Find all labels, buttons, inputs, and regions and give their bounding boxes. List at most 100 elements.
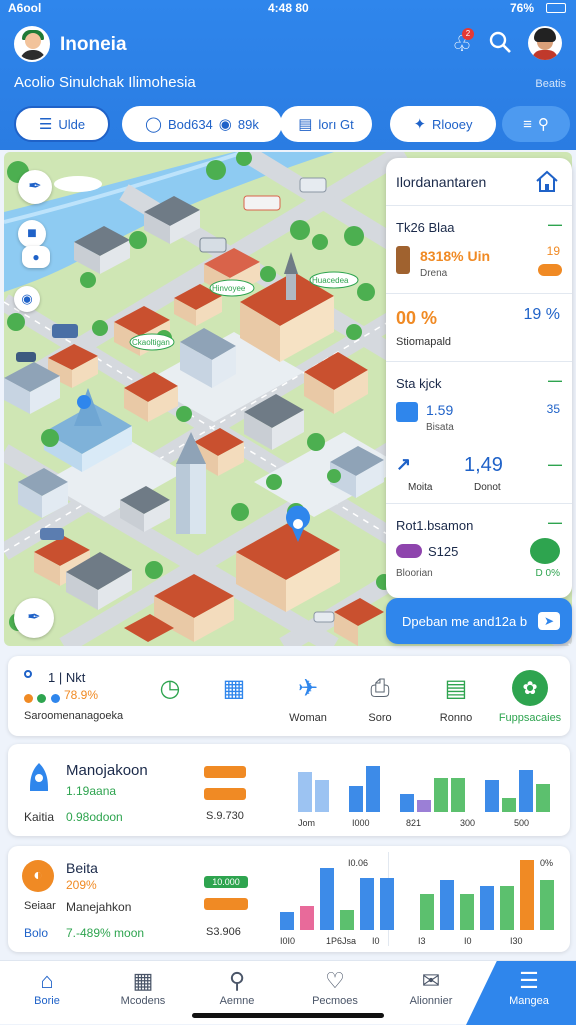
progress-pill-1 bbox=[204, 766, 246, 778]
filter-icon: ≡ bbox=[523, 115, 532, 133]
chart-tick-label: I30 bbox=[510, 936, 523, 946]
bar-chart-1: Jom I000 821 300 500 bbox=[298, 766, 550, 828]
bar-chart-2: I0I0 1P6Jsa I0 I3 I0 I30 bbox=[280, 860, 554, 946]
progress-pill-2 bbox=[204, 788, 246, 800]
chart-tick-label: 300 bbox=[460, 818, 475, 828]
map-tool-button-2[interactable]: ■ bbox=[18, 220, 46, 248]
map-build-button[interactable]: ✒ bbox=[14, 598, 54, 638]
chart-bar bbox=[440, 880, 454, 930]
arrow-icon: ➤ bbox=[538, 612, 560, 630]
chart-bar bbox=[434, 778, 448, 812]
tab-card[interactable]: ▤ lorı Gt bbox=[280, 106, 372, 142]
search-icon: ⚲ bbox=[228, 968, 246, 993]
chart-tick-label: I0 bbox=[464, 936, 472, 946]
chart-bar bbox=[360, 878, 374, 930]
chart-bar bbox=[380, 878, 394, 930]
nav-item-store[interactable]: ▦ Mcodens bbox=[98, 967, 188, 1007]
time-label: 4:48 80 bbox=[268, 1, 309, 15]
tab-compass[interactable]: ✦ Rlooey bbox=[390, 106, 496, 142]
home-indicator bbox=[192, 1013, 384, 1018]
panel-header: Ilordanantaren bbox=[386, 158, 572, 206]
chart-bar bbox=[519, 770, 533, 812]
nav-item-menu[interactable]: ☰ Mangea bbox=[484, 967, 574, 1007]
chart-tick-label: I0 bbox=[372, 936, 380, 946]
header-subtitle-right[interactable]: Beatis bbox=[535, 78, 566, 90]
chart-bar bbox=[300, 906, 314, 930]
battery-icon bbox=[546, 3, 566, 13]
clock-icon[interactable]: ◷ bbox=[150, 672, 190, 706]
panel-section-4[interactable]: Rot1.bsamon — S125 Bloorian D 0% bbox=[386, 504, 572, 598]
chart-tick-label: Jom bbox=[298, 818, 315, 828]
chart-bar bbox=[340, 910, 354, 930]
chart-bar bbox=[460, 894, 474, 930]
chart-tick-label: 500 bbox=[514, 818, 529, 828]
stats-card-1[interactable]: Manojakoon 1.19aana Kaitia 0.98odoon S.9… bbox=[8, 744, 570, 836]
rocket-icon bbox=[30, 763, 48, 791]
grid-icon[interactable]: ▦ bbox=[214, 672, 254, 706]
quick-actions-card: 1 | Nkt 78.9% Saroomenanagoeka ◷ ▦ ✈ Wom… bbox=[8, 656, 570, 736]
map-tool-button-4[interactable]: ◉ bbox=[14, 286, 40, 312]
status-bar: A6ool 4:48 80 76% bbox=[0, 0, 576, 18]
tab-list[interactable]: ☰ Ulde bbox=[14, 106, 110, 142]
nav-item-inbox[interactable]: ✉ Alionnier bbox=[386, 967, 476, 1007]
search-icon[interactable] bbox=[486, 30, 514, 58]
store-icon: ▦ bbox=[132, 968, 154, 993]
app-title: Inoneia bbox=[60, 34, 127, 55]
tab-location[interactable]: ◯ Bod634 ◉ 89k bbox=[122, 106, 282, 142]
home-icon[interactable] bbox=[534, 168, 560, 194]
chart-bar bbox=[349, 786, 363, 812]
coins-icon bbox=[538, 264, 562, 276]
list-icon: ☰ bbox=[38, 116, 53, 133]
chart-bar bbox=[417, 800, 431, 812]
app-header: A6ool 4:48 80 76% Inoneia ♧ 2 Acolio Sinu… bbox=[0, 0, 576, 150]
quick-caption: Saroomenanagoeka bbox=[24, 710, 124, 722]
bell-icon[interactable]: ♧ 2 bbox=[448, 28, 476, 58]
document-icon[interactable]: ▤ bbox=[436, 672, 476, 706]
chart-bar bbox=[468, 790, 482, 812]
printer-icon[interactable]: ⎙ bbox=[360, 672, 400, 706]
chart-bar bbox=[451, 778, 465, 812]
profile-avatar[interactable] bbox=[528, 26, 562, 60]
map-label-1: Ckaoltigan bbox=[132, 338, 170, 347]
nav-item-home[interactable]: ⌂ Borie bbox=[2, 967, 92, 1007]
chart-bar bbox=[520, 860, 534, 930]
compass-icon: ✦ bbox=[413, 116, 427, 133]
map-label-2: Huacedea bbox=[312, 276, 349, 285]
magnifier-icon: ⚲ bbox=[537, 116, 549, 133]
building-icon bbox=[396, 246, 410, 274]
header-row: Inoneia ♧ 2 bbox=[14, 26, 562, 62]
filter-search-button[interactable]: ≡ ⚲ bbox=[502, 106, 570, 142]
chart-icon bbox=[396, 402, 418, 422]
chart-tick-label: I0I0 bbox=[280, 936, 295, 946]
progress-pill-4 bbox=[204, 898, 248, 910]
nav-item-search[interactable]: ⚲ Aemne bbox=[192, 967, 282, 1007]
chart-tick-label: I3 bbox=[418, 936, 426, 946]
chart-bar bbox=[502, 798, 516, 812]
chart-bar bbox=[420, 894, 434, 930]
chart-bar bbox=[383, 786, 397, 812]
filter-tabs: ☰ Ulde ◯ Bod634 ◉ 89k ▤ lorı Gt ✦ Rlooey ≡ ⚲ bbox=[14, 106, 570, 146]
chart-tick-label: 821 bbox=[406, 818, 421, 828]
chart-bar bbox=[320, 868, 334, 930]
stats-card-2[interactable]: ◐ Beita 209% Seiaar Manejahkon Bolo 7.-4… bbox=[8, 846, 570, 952]
panel-section-2[interactable]: 00 % 19 % Stiomapald bbox=[386, 294, 572, 362]
app-avatar[interactable] bbox=[14, 26, 50, 62]
open-details-button[interactable]: Dpeban me and12a b ➤ bbox=[386, 598, 572, 644]
leaf-icon[interactable]: ✿ bbox=[512, 670, 548, 706]
panel-section-3[interactable]: Sta kjck — 1.59 Bisata 35 ↗ 1,49 — Moita… bbox=[386, 362, 572, 504]
dots-icon bbox=[24, 690, 64, 703]
quick-stat-number: 1 | Nkt bbox=[48, 670, 86, 685]
pin-icon: ◯ bbox=[145, 116, 162, 133]
box-icon: ✉ bbox=[421, 968, 441, 993]
plane-icon[interactable]: ✈ bbox=[288, 672, 328, 706]
gems-icon bbox=[396, 544, 422, 558]
panel-section-1[interactable]: Tk26 Blaa — 8318% Uin Drena 19 bbox=[386, 206, 572, 294]
map-tool-button-3[interactable]: ● bbox=[22, 246, 50, 268]
card-icon: ▤ bbox=[298, 116, 313, 133]
home-icon: ⌂ bbox=[40, 968, 54, 993]
nav-item-favorites[interactable]: ♡ Pecmoes bbox=[290, 967, 380, 1007]
battery-label: 76% bbox=[510, 1, 535, 15]
dash-icon: — bbox=[548, 216, 562, 232]
notification-badge: 2 bbox=[462, 28, 474, 40]
map-tool-button-1[interactable]: ✒ bbox=[18, 170, 52, 204]
